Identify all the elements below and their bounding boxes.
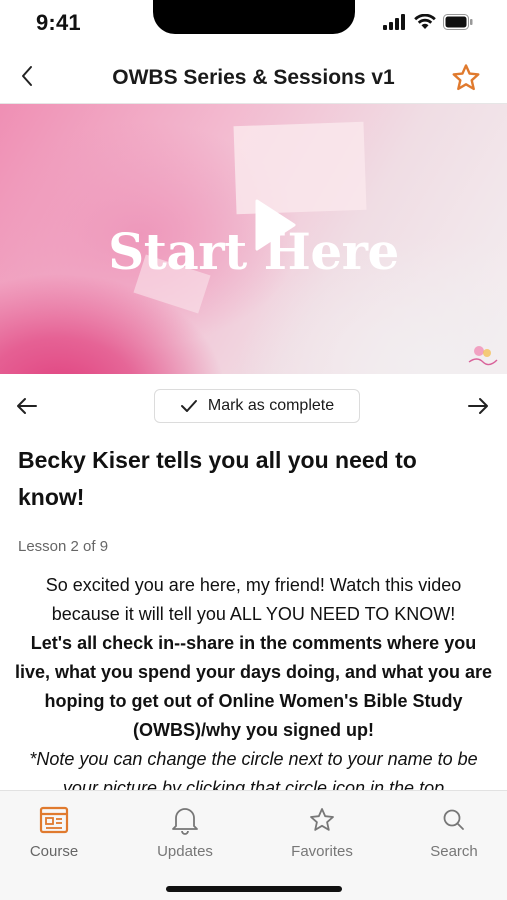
arrow-right-icon	[468, 398, 488, 414]
lesson-title: Becky Kiser tells you all you need to kn…	[18, 447, 417, 510]
checkmark-icon	[180, 400, 197, 412]
tab-updates[interactable]: Updates	[135, 805, 235, 860]
video-player[interactable]: Start Here	[0, 104, 507, 374]
page-title: OWBS Series & Sessions v1	[112, 66, 395, 89]
lesson-paragraph-intro: So excited you are here, my friend! Watc…	[45, 575, 462, 624]
lesson-paragraph-checkin: Let's all check in--share in the comment…	[14, 633, 493, 740]
home-indicator	[166, 886, 342, 892]
status-bar: 9:41	[0, 0, 507, 48]
star-outline-icon	[452, 64, 480, 91]
search-icon	[443, 809, 464, 830]
play-icon[interactable]	[253, 198, 297, 252]
tab-search-label: Search	[430, 843, 478, 860]
lesson-nav: Mark as complete	[0, 374, 507, 436]
previous-lesson-button[interactable]	[14, 394, 40, 418]
status-icons	[383, 14, 473, 30]
favorite-button[interactable]	[451, 63, 481, 93]
mark-complete-button[interactable]: Mark as complete	[154, 389, 360, 423]
course-icon	[39, 806, 69, 834]
tab-search[interactable]: Search	[404, 805, 504, 860]
tab-bar: Course Updates Favorites Search	[0, 790, 507, 900]
next-lesson-button[interactable]	[465, 394, 491, 418]
tab-favorites[interactable]: Favorites	[272, 805, 372, 860]
device-notch	[153, 0, 355, 34]
bell-icon	[172, 808, 198, 835]
wifi-icon	[414, 14, 436, 29]
star-icon	[310, 808, 334, 831]
tab-updates-label: Updates	[157, 843, 213, 860]
tab-favorites-label: Favorites	[291, 843, 353, 860]
lesson-count: Lesson 2 of 9	[18, 538, 109, 555]
brand-logo-icon	[468, 346, 498, 366]
tab-course-label: Course	[29, 843, 79, 860]
nav-header: OWBS Series & Sessions v1	[0, 52, 507, 104]
battery-icon	[443, 14, 473, 30]
arrow-left-icon	[17, 398, 37, 414]
chevron-left-icon	[22, 66, 32, 86]
lesson-description: So excited you are here, my friend! Watc…	[12, 571, 495, 803]
tab-course[interactable]: Course	[4, 805, 104, 860]
mark-complete-label: Mark as complete	[207, 397, 335, 414]
status-time: 9:41	[36, 10, 81, 35]
back-button[interactable]	[12, 60, 42, 92]
signal-icon	[383, 14, 405, 30]
